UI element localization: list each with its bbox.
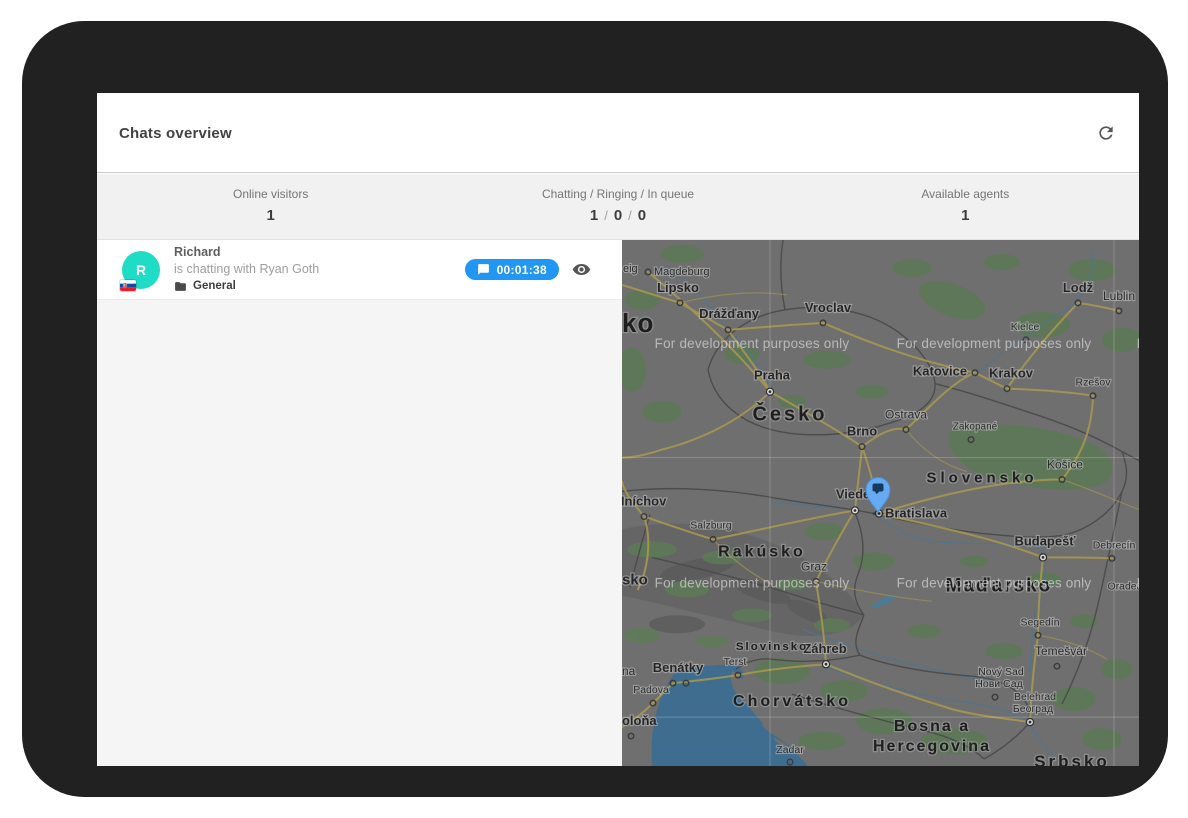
map-watermark: For development purposes only [655, 336, 850, 351]
city-label: Zakopané [953, 422, 998, 433]
city-label: Segedín [1020, 617, 1059, 628]
map-watermark: For development purposes only [1137, 575, 1139, 590]
country-label: Bosna a [894, 718, 970, 735]
city-label: Graz [801, 559, 827, 573]
stat-label: Available agents [921, 187, 1009, 201]
slovakia-flag-icon [120, 280, 136, 291]
capital-dot-inner [1042, 556, 1045, 559]
device-frame: Chats overview Online visitors 1 Chattin… [22, 21, 1168, 797]
city-label: Katovice [913, 364, 967, 379]
city-label: Zadar [776, 745, 804, 756]
country-label: ko [622, 308, 654, 338]
chat-actions: 00:01:38 [465, 259, 591, 280]
page-title: Chats overview [119, 93, 232, 173]
city-label: Mníchov [622, 494, 667, 509]
capital-dot-inner [769, 390, 772, 393]
country-label: Chorvátsko [733, 693, 851, 710]
stat-chatting-ringing-queue: Chatting / Ringing / In queue 1/0/0 [444, 174, 791, 239]
content-row: R Richard is chatting with Ryan Goth [97, 240, 1139, 766]
city-label: Ostrava [885, 408, 927, 422]
stat-value: 1/0/0 [590, 207, 646, 224]
panel-header: Chats overview [97, 93, 1139, 173]
city-label: Belehrad [1014, 692, 1056, 703]
country-label: Rakúsko [718, 543, 806, 560]
chat-department: General [174, 278, 319, 295]
map-watermark: For development purposes only [897, 575, 1092, 590]
stat-value: 1 [266, 207, 274, 224]
visitor-map[interactable]: eig Magdeburg LipskoDrážďany Vroclav Lodž Lub… [622, 240, 1139, 766]
city-label: Košice [1047, 458, 1083, 472]
chat-status-text: is chatting with Ryan Goth [174, 261, 319, 278]
department-label: General [193, 278, 236, 295]
chat-timer-badge: 00:01:38 [465, 259, 559, 280]
refresh-button[interactable] [1095, 123, 1117, 145]
stat-label: Chatting / Ringing / In queue [542, 187, 694, 201]
city-label: Oradea [1107, 581, 1139, 592]
city-label: Lublin [1103, 289, 1135, 303]
chat-timer: 00:01:38 [497, 263, 547, 277]
city-label: Magdeburg [654, 266, 710, 278]
city-label: eig [623, 263, 638, 275]
country-label: Slovinsko [736, 641, 808, 653]
city-label: Salzburg [690, 520, 732, 531]
chat-row[interactable]: R Richard is chatting with Ryan Goth [97, 240, 622, 300]
chat-texts: Richard is chatting with Ryan Goth Gener… [174, 244, 319, 295]
city-label: oloňa [622, 713, 657, 728]
country-label: Česko [753, 402, 828, 426]
city-label: Praha [754, 368, 791, 383]
map-watermark: For development purposes only [1137, 336, 1139, 351]
capital-dot-inner [825, 663, 828, 666]
city-label: Padova [633, 685, 669, 696]
city-label: Drážďany [699, 306, 760, 321]
city-label: na [622, 664, 636, 678]
capital-dot-inner [1029, 721, 1032, 724]
city-label: sko [622, 571, 648, 588]
preview-chat-button[interactable] [572, 260, 591, 279]
stat-value: 1 [961, 207, 969, 224]
chats-overview-panel: Chats overview Online visitors 1 Chattin… [97, 93, 1139, 766]
refresh-icon [1096, 123, 1116, 143]
country-label: Hercegovina [873, 738, 991, 755]
city-label: Нови Сад [975, 679, 1022, 690]
stat-label: Online visitors [233, 187, 308, 201]
folder-icon [174, 280, 187, 293]
stats-bar: Online visitors 1 Chatting / Ringing / I… [97, 174, 1139, 240]
city-label: Vroclav [805, 300, 852, 315]
city-label: Budapešť [1014, 533, 1076, 548]
avatar-wrap: R [122, 251, 160, 289]
city-label: Nový Sad [978, 667, 1024, 678]
map-watermark: For development purposes only [897, 336, 1092, 351]
city-label: Rzešov [1075, 378, 1111, 389]
eye-icon [572, 260, 591, 279]
city-label: Lipsko [657, 280, 699, 295]
city-label: Benátky [653, 660, 704, 675]
city-label: Brno [847, 424, 877, 439]
city-label: Lodž [1063, 280, 1094, 295]
stat-online-visitors: Online visitors 1 [97, 174, 444, 239]
city-label: Temešvár [1035, 644, 1087, 658]
capital-dot-inner [854, 509, 857, 512]
stat-available-agents: Available agents 1 [792, 174, 1139, 239]
country-label: Srbsko [1034, 752, 1110, 766]
city-label: Terst [724, 657, 747, 668]
map-watermark: For development purposes only [655, 575, 850, 590]
city-label: Београд [1013, 704, 1053, 715]
visitor-name: Richard [174, 244, 319, 261]
city-label: Krakov [989, 366, 1034, 381]
city-label: Bratislava [885, 505, 948, 520]
city-label: Debrecín [1093, 540, 1136, 551]
chat-list: R Richard is chatting with Ryan Goth [97, 240, 622, 766]
country-label: Slovensko [927, 470, 1038, 487]
chat-bubble-icon [477, 263, 490, 276]
city-label: Záhreb [803, 641, 846, 656]
city-label: Kielce [1011, 322, 1040, 333]
